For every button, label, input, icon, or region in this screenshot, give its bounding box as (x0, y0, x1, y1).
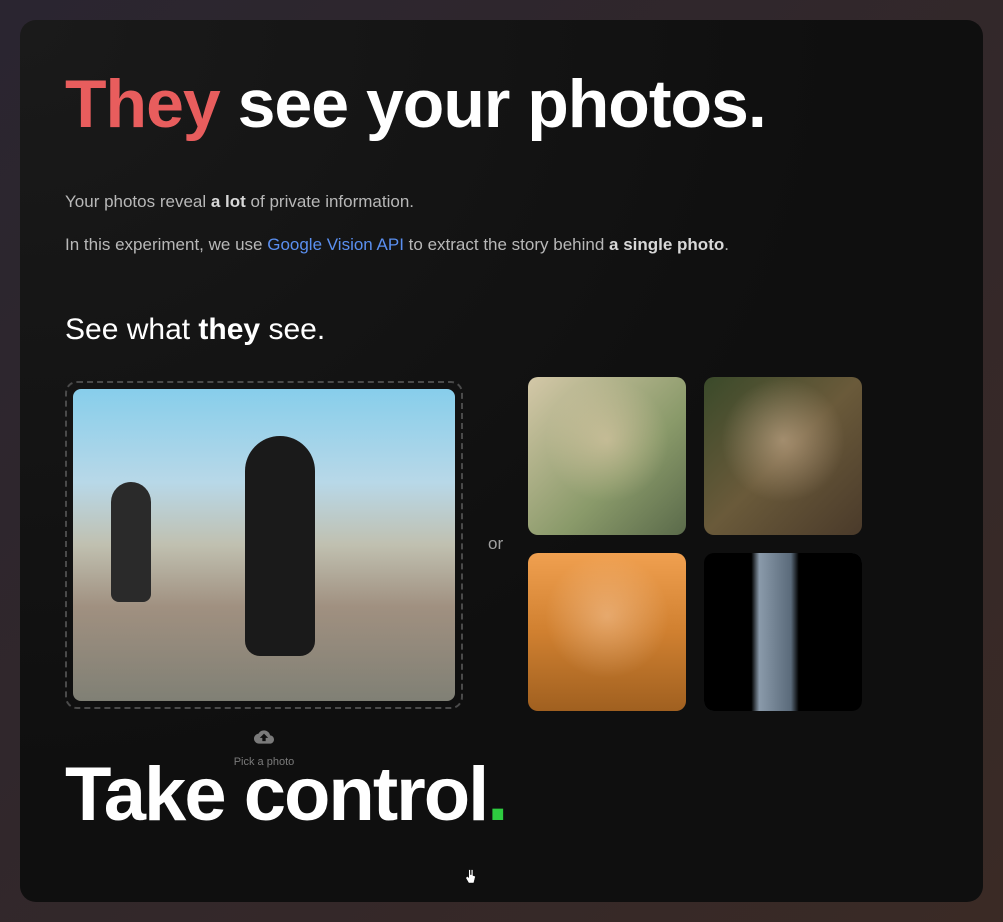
hero-title-accent: They (65, 66, 220, 142)
cta-title: Take control. (65, 751, 938, 838)
upload-area: Pick a photo (65, 381, 463, 768)
hero-title-rest: see your photos. (220, 66, 766, 142)
sample-photo-1[interactable] (528, 377, 686, 535)
sample-photo-4[interactable] (704, 553, 862, 711)
description-block: Your photos reveal a lot of private info… (65, 188, 938, 258)
upload-preview-image (73, 389, 455, 701)
main-card: They see your photos. Your photos reveal… (20, 20, 983, 902)
hero-title: They see your photos. (65, 65, 938, 143)
subtitle: See what they see. (65, 313, 938, 347)
google-vision-link[interactable]: Google Vision API (267, 235, 404, 254)
photo-picker-row: Pick a photo or (65, 377, 938, 771)
description-line-2: In this experiment, we use Google Vision… (65, 231, 938, 258)
sample-photo-3[interactable] (528, 553, 686, 711)
cloud-upload-icon (254, 727, 274, 750)
sample-photo-2[interactable] (704, 377, 862, 535)
pointer-cursor-icon (460, 819, 480, 843)
upload-dropzone[interactable] (65, 381, 463, 709)
or-separator: or (488, 534, 503, 554)
description-line-1: Your photos reveal a lot of private info… (65, 188, 938, 215)
sample-photo-grid (528, 377, 862, 711)
